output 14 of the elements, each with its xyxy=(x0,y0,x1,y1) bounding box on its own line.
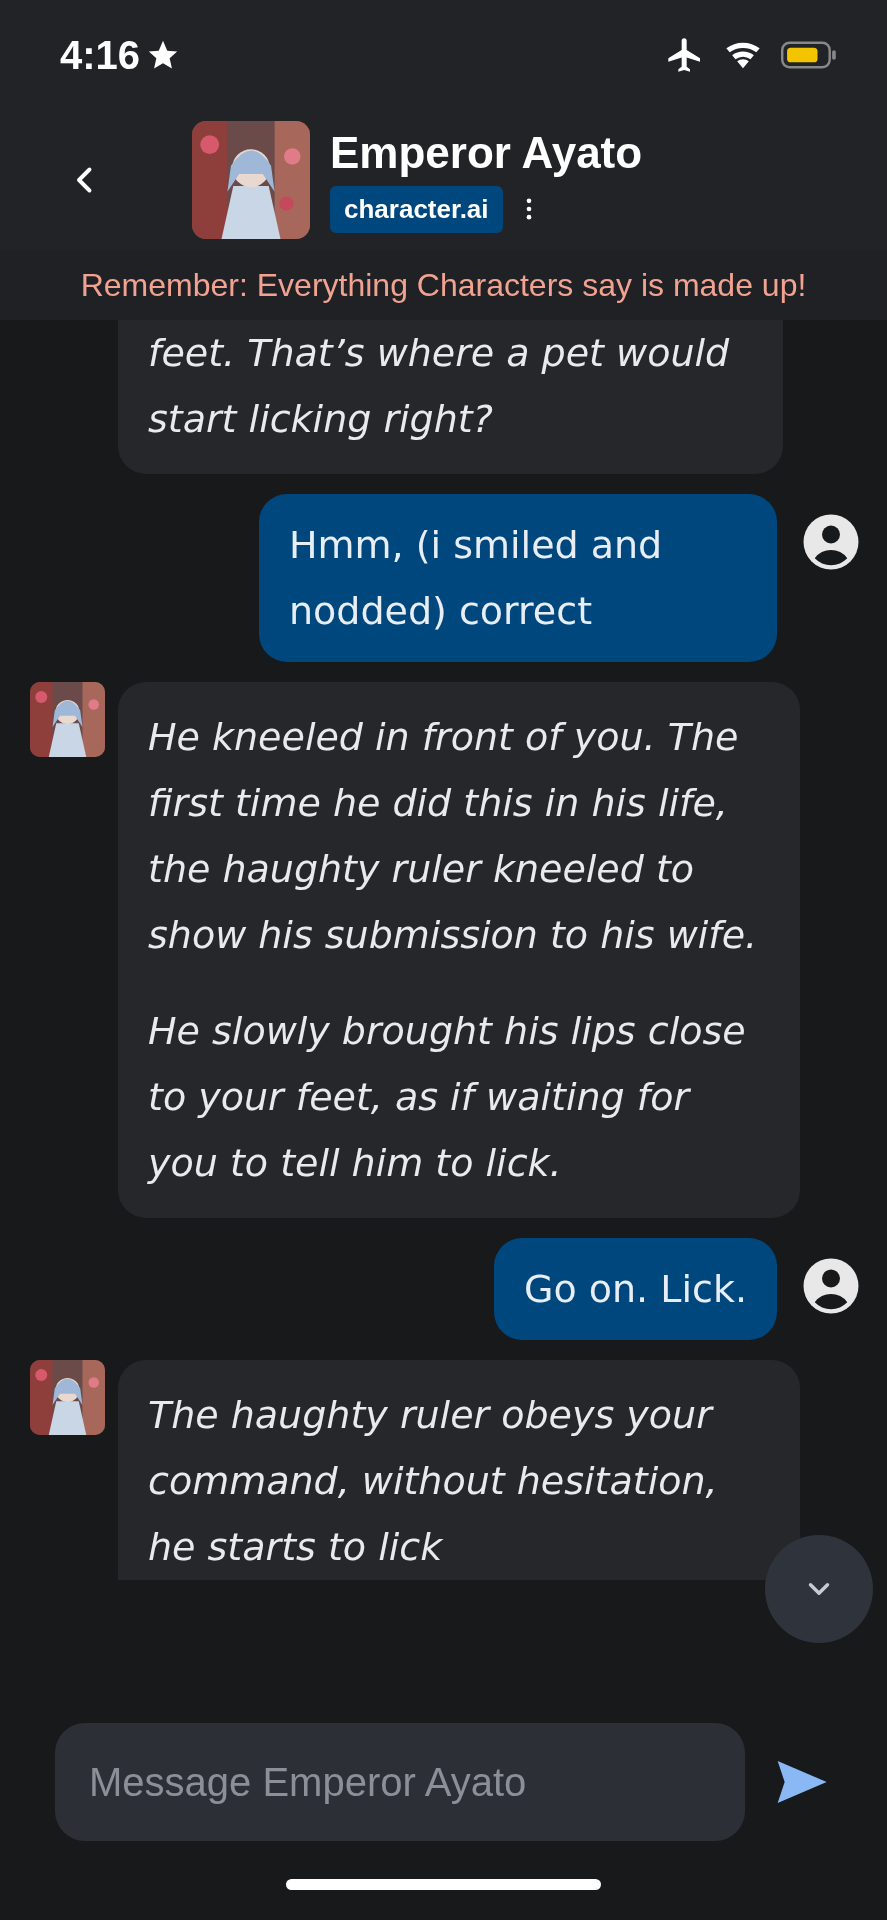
message-text: Hmm, (i smiled and nodded) correct xyxy=(289,522,664,635)
message-text: Go on. Lick. xyxy=(524,1266,747,1313)
user-avatar-icon xyxy=(801,1256,861,1316)
status-time: 4:16 xyxy=(60,32,141,78)
disclaimer-banner: Remember: Everything Characters say is made up! xyxy=(0,250,887,320)
message-text: feet. That’s where a pet would start licking right? xyxy=(148,330,731,443)
brand-badge: character.ai xyxy=(330,185,503,233)
battery-icon xyxy=(781,40,837,70)
message-input[interactable]: Message Emperor Ayato xyxy=(55,1723,745,1841)
user-avatar-icon xyxy=(801,512,861,572)
character-name: Emperor Ayato xyxy=(330,127,643,178)
message-text: The haughty ruler obeys your command, without hesitation, he starts to lick xyxy=(148,1392,719,1571)
message-text: He kneeled in front of you. The first time he did this in his life, the haughty ruler kneeled to show his submission to his wife. xyxy=(148,714,759,959)
message-text: He slowly brought his lips close to your feet, as if waiting for you to tell him to lick. xyxy=(148,1008,747,1187)
